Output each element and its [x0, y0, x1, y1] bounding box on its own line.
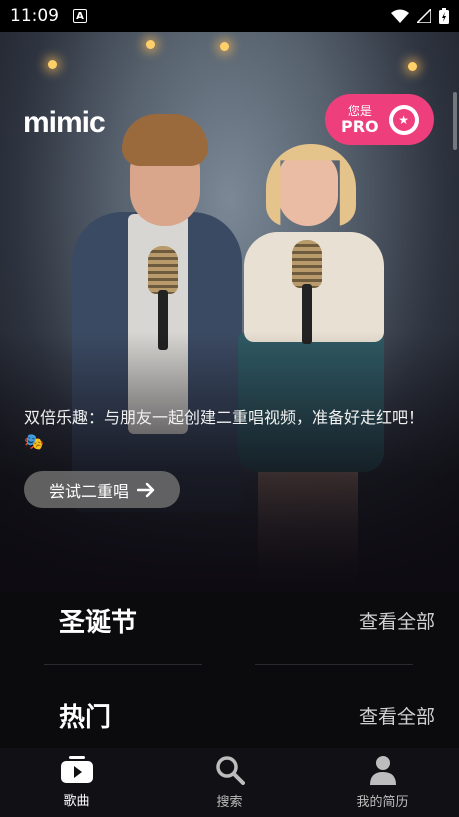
signal-icon: [417, 9, 431, 23]
divider: [44, 664, 202, 665]
notification-a-icon: A: [73, 9, 87, 23]
profile-icon: [369, 756, 396, 785]
arrow-right-icon: [137, 482, 155, 497]
promo-text: 双倍乐趣：与朋友一起创建二重唱视频，准备好走红吧！🎭: [24, 408, 425, 451]
nav-label: 歌曲: [63, 794, 90, 809]
status-bar: 11:09 A: [0, 0, 459, 32]
battery-icon: [439, 8, 449, 24]
nav-songs[interactable]: 歌曲: [0, 748, 153, 817]
nav-label: 搜索: [216, 795, 243, 810]
microphone: [292, 240, 322, 288]
pro-label-line1: 您是: [347, 103, 372, 118]
star-icon: ★: [388, 104, 419, 135]
status-time: 11:09: [10, 6, 59, 26]
divider: [255, 664, 413, 665]
microphone: [148, 246, 178, 294]
section-title: 热门: [59, 702, 112, 733]
nav-profile[interactable]: 我的简历: [306, 748, 459, 817]
see-all-link[interactable]: 查看全部: [359, 607, 435, 634]
string-lights: [0, 38, 459, 78]
try-duet-button[interactable]: 尝试二重唱: [24, 471, 180, 508]
bottom-nav: 歌曲 搜索 我的简历: [0, 748, 459, 817]
scrollbar[interactable]: [453, 92, 457, 150]
wifi-icon: [391, 9, 409, 23]
app-logo: mimic: [23, 106, 106, 139]
try-duet-label: 尝试二重唱: [48, 481, 129, 501]
status-icons: [391, 8, 449, 24]
pro-label-line2: PRO: [341, 116, 379, 136]
section-trending: 热门 查看全部: [0, 695, 459, 735]
pro-button[interactable]: 您是 PRO ★: [325, 94, 434, 145]
nav-search[interactable]: 搜索: [153, 748, 306, 817]
search-icon: [215, 756, 245, 785]
nav-label: 我的简历: [356, 795, 409, 810]
section-title: 圣诞节: [59, 607, 138, 638]
play-icon: [60, 756, 93, 783]
see-all-link[interactable]: 查看全部: [359, 702, 435, 729]
section-christmas: 圣诞节 查看全部: [0, 600, 459, 640]
